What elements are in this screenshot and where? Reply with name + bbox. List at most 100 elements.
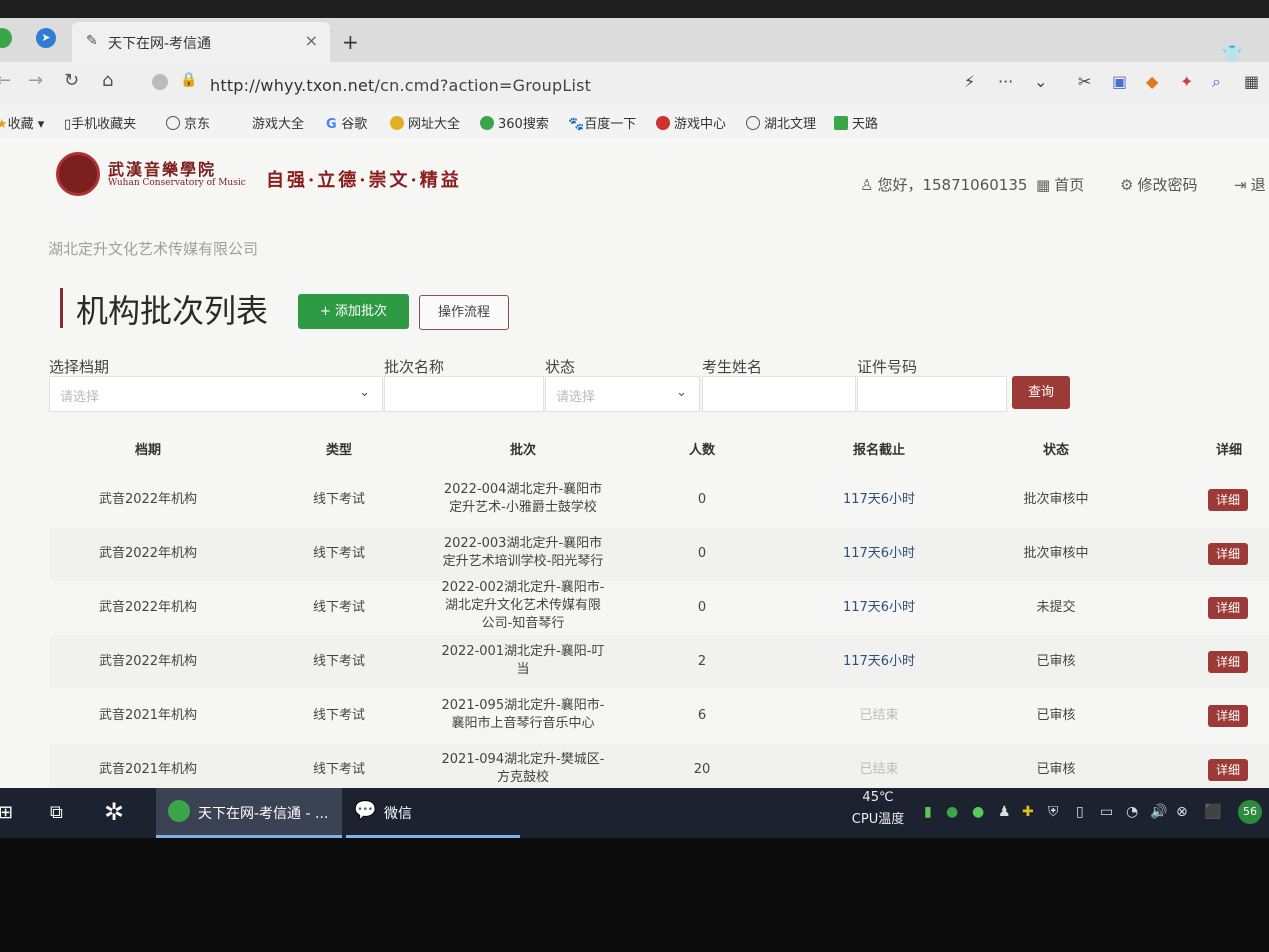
add-batch-button[interactable]: + 添加批次 [298, 294, 409, 329]
taskbar-wechat-app[interactable]: 💬 微信 [346, 788, 520, 838]
cell-count: 6 [697, 708, 707, 723]
cell-batch-line1: 2022-002湖北定升-襄阳市- [441, 580, 605, 595]
browser-tray-icon[interactable]: ● [946, 804, 958, 820]
cell-type: 线下考试 [312, 546, 365, 561]
chevron-down-icon: ⌄ [676, 385, 687, 400]
apps-grid-icon[interactable]: ▦ [1244, 72, 1259, 91]
close-circle-icon[interactable]: ⊗ [1176, 804, 1188, 820]
taskbar-browser-label: 天下在网-考信通 - ... [198, 806, 329, 822]
skin-icon[interactable]: 👕 [1222, 44, 1242, 63]
cell-batch-line2: 襄阳市上音琴行音乐中心 [451, 716, 595, 731]
workflow-button[interactable]: 操作流程 [419, 295, 509, 330]
battery-icon[interactable]: ▮ [924, 804, 932, 820]
user-greeting[interactable]: ♙ 您好，15871060135 [860, 174, 1027, 195]
detail-button[interactable]: 详细 [1208, 597, 1248, 619]
cell-batch-line3: 公司-知音琴行 [481, 616, 565, 631]
bookmark-jd[interactable]: 京东 [166, 113, 210, 132]
detail-button[interactable]: 详细 [1208, 651, 1248, 673]
title-accent [60, 288, 63, 328]
taskbar-wechat-label: 微信 [384, 806, 412, 822]
cell-period: 武音2021年机构 [98, 762, 198, 777]
notification-badge[interactable]: 56 [1238, 800, 1262, 824]
query-button[interactable]: 查询 [1012, 376, 1070, 409]
home-link[interactable]: ▦ 首页 [1036, 174, 1084, 195]
pinwheel-icon[interactable]: ✲ [104, 798, 124, 826]
detail-button[interactable]: 详细 [1208, 543, 1248, 565]
batch-name-input[interactable] [384, 376, 544, 412]
scissors-icon[interactable]: ✂ [1078, 72, 1091, 91]
shield-tray-icon[interactable]: ⛨ [1048, 804, 1059, 820]
cell-due: 117天6小时 [842, 492, 916, 507]
logout-icon: ⇥ [1234, 176, 1247, 194]
task-view-icon[interactable]: ⧉ [50, 802, 63, 823]
lightning-icon[interactable]: ⚡ [964, 72, 975, 91]
pinned-tab-icon[interactable]: ➤ [36, 28, 56, 48]
cell-batch-line2: 当 [516, 662, 530, 677]
cell-count: 20 [693, 762, 711, 777]
tab-title: 天下在网-考信通 [108, 36, 212, 52]
period-select[interactable]: 请选择 ⌄ [49, 376, 383, 412]
url-field[interactable]: http://whyy.txon.net/cn.cmd?action=Group… [210, 76, 591, 95]
chevron-down-icon: ⌄ [359, 385, 370, 400]
more-icon[interactable]: ··· [998, 72, 1013, 91]
user-tray-icon[interactable]: ♟ [998, 804, 1011, 820]
change-password-link[interactable]: ⚙ 修改密码 [1120, 174, 1197, 195]
power-plug-icon[interactable]: ▭ [1100, 804, 1113, 820]
cell-batch-line1: 2022-004湖北定升-襄阳市 [443, 482, 603, 497]
bookmark-mobile[interactable]: ▯手机收藏夹 [64, 113, 136, 132]
detail-button[interactable]: 详细 [1208, 489, 1248, 511]
translate-icon[interactable]: ▣ [1112, 72, 1127, 91]
status-select[interactable]: 请选择 ⌄ [545, 376, 700, 412]
col-header-batch: 批次 [509, 443, 536, 458]
table-row: 武音2022年机构 线下考试 2022-004湖北定升-襄阳市 定升艺术-小雅爵士鼓学… [50, 473, 1269, 527]
tab-active[interactable]: ✎ 天下在网-考信通 × [72, 22, 330, 62]
back-icon[interactable]: ← [0, 70, 11, 91]
bookmark-hubei[interactable]: 湖北文理 [746, 113, 816, 132]
wifi-icon[interactable]: ◔ [1126, 804, 1138, 820]
browser-tab-bar: ➤ ✎ 天下在网-考信通 × + 👕 [0, 0, 1269, 63]
chevron-down-icon[interactable]: ⌄ [1034, 72, 1047, 91]
search-icon[interactable]: ⌕ [1212, 72, 1221, 92]
cell-due: 已结束 [859, 762, 899, 777]
logout-link[interactable]: ⇥ 退 [1234, 174, 1266, 195]
cell-batch-line2: 定升艺术-小雅爵士鼓学校 [449, 500, 597, 515]
lock-icon[interactable]: 🔒 [180, 72, 197, 88]
bookmark-sites[interactable]: 网址大全 [390, 113, 460, 132]
id-number-input[interactable] [857, 376, 1007, 412]
bookmark-google[interactable]: G 谷歌 [326, 113, 367, 132]
bookmark-game-center[interactable]: 游戏中心 [656, 113, 726, 132]
bookmark-games[interactable]: 游戏大全 [252, 113, 304, 132]
cell-status: 批次审核中 [1023, 546, 1089, 561]
school-logo-icon [56, 152, 100, 196]
bookmark-favorites[interactable]: ★收藏 ▾ [0, 113, 44, 132]
wechat-tray-icon[interactable]: ● [972, 804, 984, 820]
home-icon[interactable]: ⌂ [102, 70, 113, 91]
reload-icon[interactable]: ↻ [64, 70, 79, 91]
col-header-status: 状态 [1042, 443, 1069, 458]
cell-type: 线下考试 [312, 492, 365, 507]
app-tray-icon[interactable]: ⬛ [1204, 804, 1221, 820]
cell-period: 武音2022年机构 [98, 492, 198, 507]
plus-tray-icon[interactable]: ✚ [1022, 804, 1034, 820]
bookmark-360[interactable]: 360搜索 [480, 113, 549, 132]
forward-icon[interactable]: → [28, 70, 43, 91]
detail-button[interactable]: 详细 [1208, 759, 1248, 781]
start-icon[interactable]: ⊞ [0, 802, 13, 823]
cpu-temp-label: CPU温度 [851, 812, 905, 827]
taskbar-browser-app[interactable]: 天下在网-考信通 - ... [156, 788, 342, 838]
volume-icon[interactable]: 🔊 [1150, 804, 1167, 820]
detail-button[interactable]: 详细 [1208, 705, 1248, 727]
game-icon[interactable]: ✦ [1180, 72, 1193, 91]
cell-batch-line1: 2021-094湖北定升-樊城区- [441, 752, 605, 767]
address-bar: ← → ↻ ⌂ 🔒 http://whyy.txon.net/cn.cmd?ac… [0, 62, 1269, 104]
extension-shield-icon[interactable]: ◆ [1146, 72, 1158, 91]
bookmark-baidu[interactable]: 🐾百度一下 [568, 113, 636, 132]
security-shield-icon[interactable] [152, 74, 168, 90]
new-tab-button[interactable]: + [342, 30, 359, 54]
bookmark-tianlu[interactable]: 天路 [834, 113, 878, 132]
col-header-period: 档期 [134, 443, 161, 458]
student-name-input[interactable] [702, 376, 856, 412]
usb-icon[interactable]: ▯ [1076, 804, 1084, 820]
close-tab-icon[interactable]: × [305, 31, 318, 50]
status-label: 状态 [545, 358, 576, 376]
